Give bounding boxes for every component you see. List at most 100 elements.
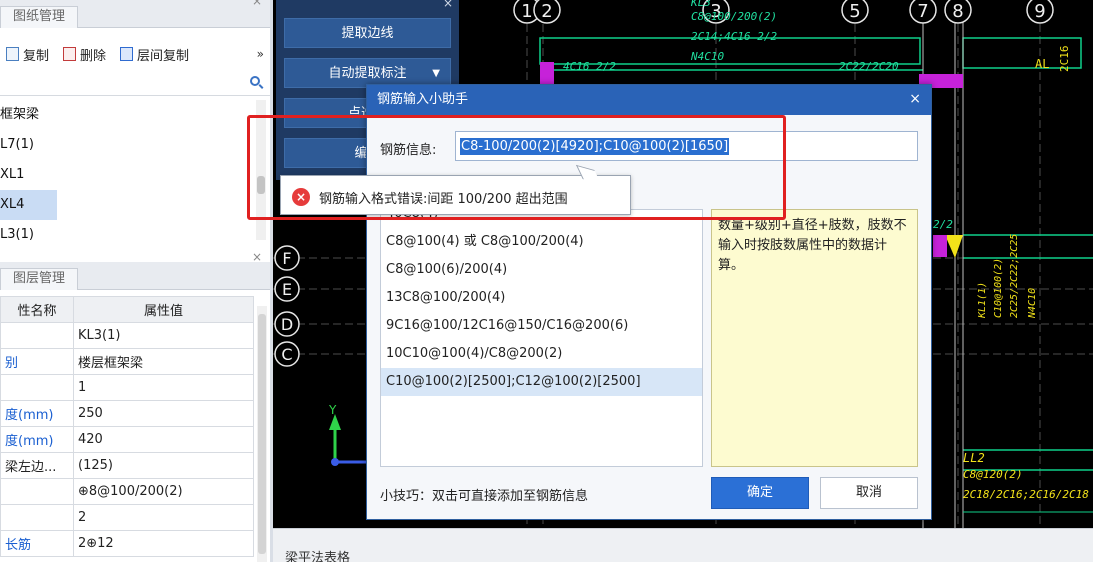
tree-item[interactable]: L3(1) xyxy=(0,220,252,250)
close-icon[interactable]: × xyxy=(252,250,262,264)
cad-annotation: 2C16 xyxy=(1058,46,1071,73)
property-value[interactable]: KL3(1) xyxy=(73,322,254,349)
tree-item[interactable]: L7(1) xyxy=(0,130,252,160)
dialog-title: 钢筋输入小助手 xyxy=(367,85,931,115)
property-value[interactable]: (125) xyxy=(73,452,254,479)
ucs-axis-icon: Y xyxy=(328,403,371,466)
cancel-button[interactable]: 取消 xyxy=(820,477,918,509)
list-item[interactable]: 10C10@100(4)/C8@200(2) xyxy=(381,340,702,368)
copy-icon xyxy=(6,47,19,61)
search-icon[interactable] xyxy=(250,76,260,86)
drawing-tree: 框架梁 L7(1) XL1 XL4 L3(1) xyxy=(0,100,252,250)
column-header-value: 属性值 xyxy=(73,296,254,323)
close-icon[interactable]: × xyxy=(909,91,921,107)
more-icon[interactable]: » xyxy=(257,47,264,61)
grid-label-top: 9 xyxy=(1034,1,1045,22)
grid-label-top: 8 xyxy=(952,1,963,22)
scroll-thumb[interactable] xyxy=(258,314,266,554)
tree-item[interactable]: 框架梁 xyxy=(0,100,252,130)
cad-annotation: C10@100(2) xyxy=(993,258,1004,318)
property-row[interactable]: 长筋 2⊕12 xyxy=(0,530,254,557)
grid-label-left: E xyxy=(282,280,292,299)
cad-annotation: C8@120(2) xyxy=(963,468,1023,481)
copy-button[interactable]: 复制 xyxy=(6,45,49,64)
tab-layer-management[interactable]: 图层管理 xyxy=(0,268,79,290)
beam-table-title: 梁平法表格 xyxy=(285,551,351,562)
column-header-name: 性名称 xyxy=(0,296,74,323)
list-item[interactable]: C8@100(4) 或 C8@100/200(4) xyxy=(381,228,702,256)
cad-annotation: LL2 xyxy=(963,451,985,465)
cad-annotation: 2C22/2C20 xyxy=(839,60,899,73)
floor-copy-label: 层间复制 xyxy=(137,48,190,64)
drawing-toolbar: 复制 删除 层间复制 » xyxy=(0,40,270,68)
property-name xyxy=(0,478,74,505)
list-item[interactable]: 9C16@100/12C16@150/C16@200(6) xyxy=(381,312,702,340)
property-value[interactable]: 2 xyxy=(73,504,254,531)
floor-copy-button[interactable]: 层间复制 xyxy=(120,45,189,64)
panel-tab-bar: 图层管理 × xyxy=(0,250,270,290)
property-value[interactable]: 420 xyxy=(73,426,254,453)
delete-button[interactable]: 删除 xyxy=(63,45,106,64)
cad-annotation: KL1(1) xyxy=(977,282,988,319)
property-name: 度(mm) xyxy=(0,400,74,427)
property-scrollbar[interactable] xyxy=(257,306,267,562)
delete-icon xyxy=(63,47,77,61)
grid-label-top: 7 xyxy=(917,1,928,22)
highlight-frame xyxy=(247,115,786,220)
property-name: 长筋 xyxy=(0,530,74,557)
button-label: 自动提取标注 xyxy=(328,66,407,81)
grid-label-left: D xyxy=(281,315,293,334)
cad-annotation: 2C18/2C16;2C16/2C18 xyxy=(963,488,1089,501)
panel-tab-bar: 图纸管理 × xyxy=(0,0,270,28)
property-row[interactable]: 1 xyxy=(0,374,254,401)
list-item[interactable]: C8@100(6)/200(4) xyxy=(381,256,702,284)
property-row[interactable]: 梁左边... (125) xyxy=(0,452,254,479)
axis-label: Y xyxy=(328,403,337,417)
grid-label-left: F xyxy=(282,249,291,268)
tree-item[interactable]: XL4 xyxy=(0,190,57,220)
floor-copy-icon xyxy=(120,47,134,61)
cad-annotation: N4C10 xyxy=(1027,288,1038,319)
property-name: 别 xyxy=(0,348,74,375)
rebar-example-list[interactable]: 40C8(4) C8@100(4) 或 C8@100/200(4) C8@100(6… xyxy=(380,209,703,467)
ok-button[interactable]: 确定 xyxy=(711,477,809,509)
property-row[interactable]: 别楼层框架梁 xyxy=(0,348,254,375)
delete-label: 删除 xyxy=(80,48,107,64)
property-value[interactable]: 楼层框架梁 xyxy=(73,348,254,375)
property-value[interactable]: 1 xyxy=(73,374,254,401)
property-name xyxy=(0,504,74,531)
button-label: 提取边线 xyxy=(341,26,394,41)
property-name xyxy=(0,322,74,349)
close-icon[interactable]: × xyxy=(443,0,453,10)
property-row[interactable]: KL3(1) xyxy=(0,322,254,349)
cad-annotation: KL3 xyxy=(690,0,711,9)
beam-table-strip: 梁平法表格 xyxy=(273,528,1093,562)
grid-label-top: 1 xyxy=(521,1,532,22)
tree-item[interactable]: XL1 xyxy=(0,160,252,190)
property-row[interactable]: ⊕8@100/200(2) xyxy=(0,478,254,505)
property-row[interactable]: 2 xyxy=(0,504,254,531)
property-value[interactable]: 250 xyxy=(73,400,254,427)
property-row[interactable]: 度(mm) 420 xyxy=(0,426,254,453)
grid-label-top: 2 xyxy=(541,1,552,22)
cad-annotation: 4C16 2/2 xyxy=(563,60,616,73)
property-row[interactable]: 度(mm) 250 xyxy=(0,400,254,427)
property-name xyxy=(0,374,74,401)
cad-annotation: 2C25/2C22;2C25 xyxy=(1009,234,1020,318)
property-value[interactable]: 2⊕12 xyxy=(73,530,254,557)
tip-text: 小技巧：双击可直接添加至钢筋信息 xyxy=(380,489,589,504)
grid-label-left: C xyxy=(281,345,292,364)
list-item[interactable]: C10@100(2)[2500];C12@100(2)[2500] xyxy=(381,368,702,396)
copy-label: 复制 xyxy=(23,48,50,64)
property-value[interactable]: ⊕8@100/200(2) xyxy=(73,478,254,505)
search-input[interactable] xyxy=(0,74,240,94)
cad-annotation: 2C14;4C16 2/2 xyxy=(691,30,777,43)
list-item[interactable]: 13C8@100/200(4) xyxy=(381,284,702,312)
property-grid: 性名称 属性值 KL3(1) 别楼层框架梁 1 度(mm) 250 度(mm) 420 梁左边… xyxy=(0,296,254,557)
help-box: 数量+级别+直径+肢数，肢数不输入时按肢数属性中的数据计算。 xyxy=(711,209,918,467)
close-icon[interactable]: × xyxy=(252,0,262,8)
search-row xyxy=(0,74,270,96)
property-name: 梁左边... xyxy=(0,452,74,479)
extract-edge-button[interactable]: 提取边线 xyxy=(284,18,451,48)
tab-drawing-management[interactable]: 图纸管理 xyxy=(0,6,79,28)
